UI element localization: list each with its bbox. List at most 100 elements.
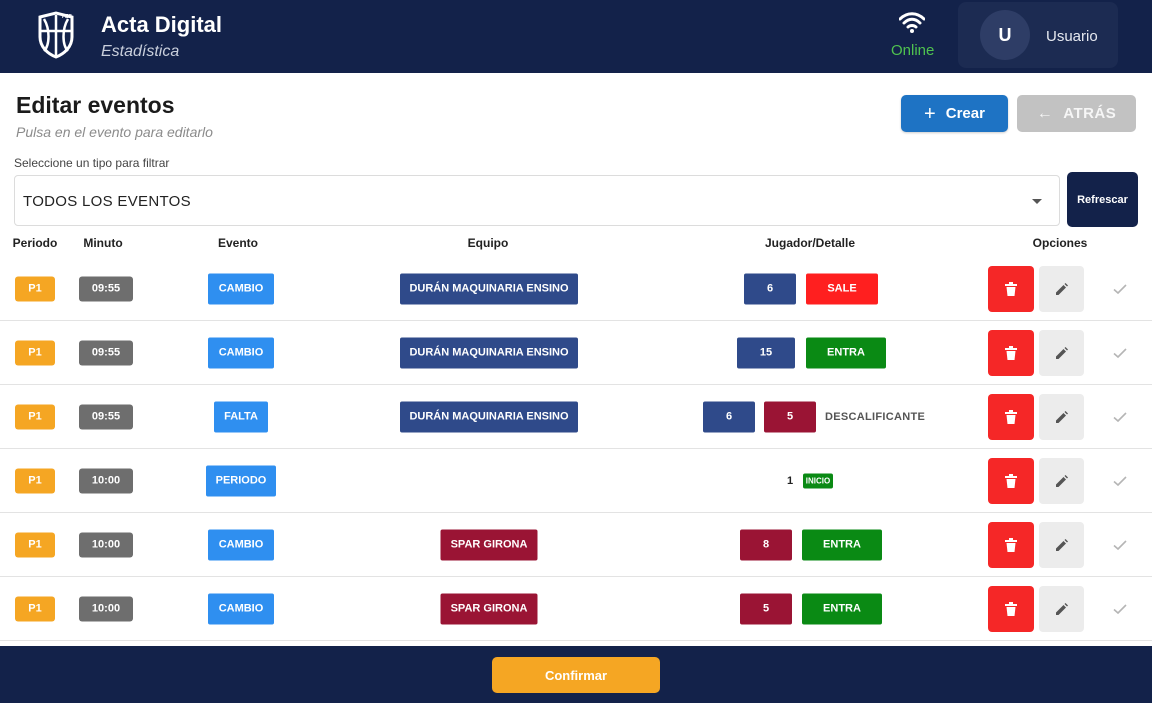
minute-badge: 09:55 xyxy=(79,404,133,429)
arrow-left-icon: ← xyxy=(1036,104,1054,122)
period-badge: P1 xyxy=(15,468,55,493)
edit-event-button[interactable] xyxy=(1039,393,1084,440)
event-type-badge: CAMBIO xyxy=(208,529,274,560)
minute-badge: 09:55 xyxy=(79,340,133,365)
event-type-badge: FALTA xyxy=(214,401,268,432)
edit-event-button[interactable] xyxy=(1039,521,1084,568)
confirm-button[interactable]: Confirmar xyxy=(492,657,660,693)
avatar: U xyxy=(980,10,1030,60)
column-header-team: Equipo xyxy=(467,236,509,250)
app-title: Acta Digital xyxy=(101,12,223,37)
column-header-player-detail: Jugador/Detalle xyxy=(764,236,856,250)
player-number-badge: 5 xyxy=(764,401,816,432)
refresh-button[interactable]: Refrescar xyxy=(1067,172,1138,227)
event-type-badge: PERIODO xyxy=(206,465,276,496)
app-subtitle: Estadística xyxy=(101,43,180,60)
edit-event-button[interactable] xyxy=(1039,457,1084,504)
minute-badge: 10:00 xyxy=(79,532,133,557)
trash-icon xyxy=(1005,601,1017,616)
basketball-shield-icon: FEB xyxy=(38,11,74,59)
period-badge: P1 xyxy=(15,340,55,365)
trash-icon xyxy=(1005,473,1017,488)
caret-down-icon xyxy=(1032,199,1042,204)
event-type-badge: CAMBIO xyxy=(208,337,274,368)
check-icon[interactable] xyxy=(1112,281,1128,297)
connection-status: Online xyxy=(891,42,935,59)
team-badge: SPAR GIRONA xyxy=(440,529,538,560)
column-header-minute: Minuto xyxy=(83,236,123,250)
action-badge: ENTRA xyxy=(802,593,882,624)
app-header: FEB Acta Digital Estadística Online U Us… xyxy=(0,0,1152,73)
minute-badge: 10:00 xyxy=(79,596,133,621)
period-badge: P1 xyxy=(15,532,55,557)
event-type-badge: CAMBIO xyxy=(208,593,274,624)
pencil-icon xyxy=(1055,346,1068,359)
table-row[interactable]: P1 10:00 PERIODO 1 INICIO xyxy=(0,449,1152,513)
delete-event-button[interactable] xyxy=(988,457,1034,504)
delete-event-button[interactable] xyxy=(988,521,1034,568)
player-number-badge: 15 xyxy=(737,337,795,368)
delete-event-button[interactable] xyxy=(988,585,1034,632)
event-type-badge: CAMBIO xyxy=(208,273,274,304)
edit-event-button[interactable] xyxy=(1039,585,1084,632)
player-number-badge: 6 xyxy=(703,401,755,432)
back-button[interactable]: ← ATRÁS xyxy=(1017,95,1136,132)
event-type-filter-select[interactable]: TODOS LOS EVENTOS xyxy=(14,175,1060,226)
user-name: Usuario xyxy=(1046,28,1098,45)
period-number: 1 xyxy=(787,474,794,487)
edit-event-button[interactable] xyxy=(1039,265,1084,312)
trash-icon xyxy=(1005,281,1017,296)
period-start-tag: INICIO xyxy=(803,473,833,488)
table-row[interactable]: P1 09:55 CAMBIO DURÁN MAQUINARIA ENSINO 6 SAL… xyxy=(0,257,1152,321)
delete-event-button[interactable] xyxy=(988,393,1034,440)
pencil-icon xyxy=(1055,538,1068,551)
trash-icon xyxy=(1005,345,1017,360)
logo-text: FEB xyxy=(62,14,72,20)
player-number-badge: 5 xyxy=(740,593,792,624)
check-icon[interactable] xyxy=(1112,409,1128,425)
edit-event-button[interactable] xyxy=(1039,329,1084,376)
trash-icon xyxy=(1005,537,1017,552)
create-button-label: Crear xyxy=(945,105,985,122)
minute-badge: 10:00 xyxy=(79,468,133,493)
team-badge: DURÁN MAQUINARIA ENSINO xyxy=(400,401,578,432)
pencil-icon xyxy=(1055,282,1068,295)
check-icon[interactable] xyxy=(1112,345,1128,361)
player-number-badge: 6 xyxy=(744,273,796,304)
back-button-label: ATRÁS xyxy=(1063,105,1117,122)
check-icon[interactable] xyxy=(1112,601,1128,617)
column-header-event: Evento xyxy=(217,236,259,250)
delete-event-button[interactable] xyxy=(988,329,1034,376)
action-badge: ENTRA xyxy=(802,529,882,560)
footer-bar: Confirmar xyxy=(0,646,1152,703)
filter-label: Seleccione un tipo para filtrar xyxy=(14,156,170,170)
period-badge: P1 xyxy=(15,596,55,621)
table-row[interactable]: P1 10:00 CAMBIO SPAR GIRONA 8 ENTRA xyxy=(0,513,1152,577)
trash-icon xyxy=(1005,409,1017,424)
period-badge: P1 xyxy=(15,276,55,301)
team-badge: DURÁN MAQUINARIA ENSINO xyxy=(400,337,578,368)
page-subtitle: Pulsa en el evento para editarlo xyxy=(16,124,213,140)
foul-detail-text: DESCALIFICANTE xyxy=(825,410,926,423)
table-row[interactable]: P1 09:55 CAMBIO DURÁN MAQUINARIA ENSINO 15 EN… xyxy=(0,321,1152,385)
plus-icon: + xyxy=(924,102,936,125)
pencil-icon xyxy=(1055,474,1068,487)
pencil-icon xyxy=(1055,410,1068,423)
table-row[interactable]: P1 09:55 FALTA DURÁN MAQUINARIA ENSINO 6 5 DES… xyxy=(0,385,1152,449)
team-badge: SPAR GIRONA xyxy=(440,593,538,624)
team-badge: DURÁN MAQUINARIA ENSINO xyxy=(400,273,578,304)
minute-badge: 09:55 xyxy=(79,276,133,301)
table-row[interactable]: P1 10:00 CAMBIO SPAR GIRONA 5 ENTRA xyxy=(0,577,1152,641)
pencil-icon xyxy=(1055,602,1068,615)
user-menu[interactable]: U Usuario xyxy=(958,2,1118,68)
filter-selected-value: TODOS LOS EVENTOS xyxy=(23,193,191,210)
check-icon[interactable] xyxy=(1112,537,1128,553)
check-icon[interactable] xyxy=(1112,473,1128,489)
column-header-options: Opciones xyxy=(1032,236,1088,250)
delete-event-button[interactable] xyxy=(988,265,1034,312)
page-title: Editar eventos xyxy=(16,92,175,118)
create-button[interactable]: + Crear xyxy=(901,95,1008,132)
period-badge: P1 xyxy=(15,404,55,429)
column-header-period: Periodo xyxy=(12,236,58,250)
action-badge: SALE xyxy=(806,273,878,304)
